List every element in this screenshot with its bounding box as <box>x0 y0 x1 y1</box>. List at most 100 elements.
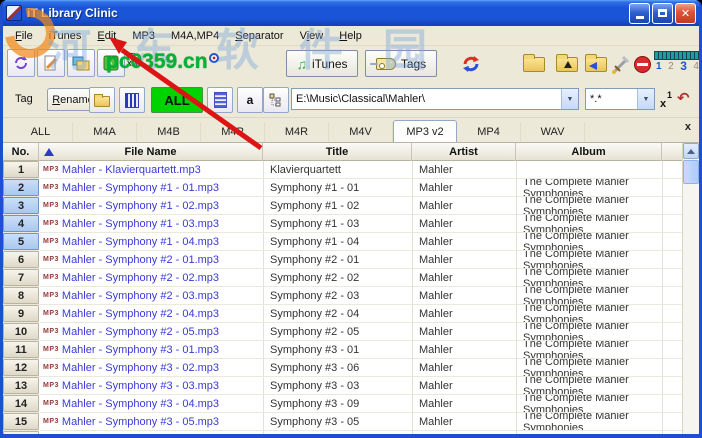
album-cell[interactable]: The Complete Mahler Symphonies <box>517 251 663 268</box>
column-header-title[interactable]: Title <box>263 143 412 161</box>
artist-cell[interactable]: Mahler <box>413 341 517 358</box>
all-filter-button[interactable]: ALL <box>151 87 203 113</box>
title-cell[interactable]: Symphony #2 - 04 <box>264 305 413 322</box>
file-name-cell[interactable]: MP3Mahler - Symphony #2 - 04.mp3 <box>40 305 264 322</box>
artist-cell[interactable]: Mahler <box>413 305 517 322</box>
artist-cell[interactable] <box>413 431 517 434</box>
format-tab-wav[interactable]: WAV <box>521 122 585 142</box>
lowercase-a-button[interactable]: a <box>237 87 263 113</box>
title-cell[interactable]: Symphony #3 - 01 <box>264 341 413 358</box>
menu-item-separator[interactable]: Separator <box>227 28 291 44</box>
row-number-cell[interactable]: 8 <box>3 287 39 304</box>
menu-item-mp3[interactable]: MP3 <box>124 28 163 44</box>
album-cell[interactable] <box>517 431 663 434</box>
file-name-cell[interactable]: MP3Mahler - Symphony #2 - 03.mp3 <box>40 287 264 304</box>
menu-item-file[interactable]: File <box>7 28 41 44</box>
list-view-button[interactable] <box>207 87 233 113</box>
page-number-3[interactable]: 3 <box>680 61 687 72</box>
row-number-cell[interactable]: 1 <box>3 161 39 178</box>
file-name-cell[interactable]: MP3Mahler - Symphony #2 - 02.mp3 <box>40 269 264 286</box>
filemask-combobox[interactable]: *.* ▼ <box>585 88 655 110</box>
itunes-button[interactable]: ♫ iTunes <box>286 50 358 77</box>
row-number-cell[interactable]: 13 <box>3 377 39 394</box>
sync-refresh-icon[interactable] <box>461 54 481 74</box>
row-number-cell[interactable]: 7 <box>3 269 39 286</box>
folder-back-icon[interactable] <box>585 57 607 72</box>
title-bar[interactable]: iT Library Clinic ✕ <box>0 0 702 26</box>
page-number-4[interactable]: 4 <box>693 61 699 72</box>
file-name-cell[interactable]: MP3Mahler - Klavierquartett.mp3 <box>40 161 264 178</box>
tabstrip-close-button[interactable]: x <box>685 121 691 133</box>
album-cell[interactable]: The Complete Mahler Symphonies <box>517 215 663 232</box>
column-header-no[interactable]: No. <box>3 143 39 161</box>
sword-tool-icon[interactable] <box>611 55 631 75</box>
tab-tag[interactable]: Tag <box>15 93 33 105</box>
format-tab-m4a[interactable]: M4A <box>73 122 137 142</box>
album-cell[interactable]: The Complete Mahler Symphonies <box>517 179 663 196</box>
artist-cell[interactable]: Mahler <box>413 395 517 412</box>
row-number-cell[interactable]: 6 <box>3 251 39 268</box>
barcode-view-button[interactable] <box>119 87 145 113</box>
title-cell[interactable]: Symphony #2 - 01 <box>264 251 413 268</box>
chevron-down-icon[interactable]: ▼ <box>637 89 654 109</box>
file-name-cell[interactable]: MP3Mahler - Symphony #3 - 02.mp3 <box>40 359 264 376</box>
row-number-cell[interactable]: 4 <box>3 215 39 232</box>
title-cell[interactable]: Symphony #2 - 05 <box>264 323 413 340</box>
table-row[interactable]: 15MP3Mahler - Symphony #3 - 05.mp3Sympho… <box>3 413 699 431</box>
close-button[interactable]: ✕ <box>675 3 696 24</box>
title-cell[interactable]: Symphony #2 - 03 <box>264 287 413 304</box>
format-tab-mp3-v2[interactable]: MP3 v2 <box>393 120 457 142</box>
format-tab-m4p[interactable]: M4P <box>201 122 265 142</box>
title-cell[interactable]: Symphony #1 - 01 <box>264 179 413 196</box>
file-name-cell[interactable]: MP3Mahler - Symphony #3 - 05.mp3 <box>40 413 264 430</box>
table-row[interactable]: 2MP3Mahler - Symphony #1 - 01.mp3Symphon… <box>3 179 699 197</box>
table-row[interactable] <box>3 431 699 434</box>
artist-cell[interactable]: Mahler <box>413 287 517 304</box>
file-name-cell[interactable]: MP3Mahler - Symphony #1 - 03.mp3 <box>40 215 264 232</box>
album-cell[interactable]: The Complete Mahler Symphonies <box>517 341 663 358</box>
title-cell[interactable]: Symphony #3 - 05 <box>264 413 413 430</box>
x1-button[interactable]: 1 x <box>659 87 674 113</box>
album-cell[interactable]: The Complete Mahler Symphonies <box>517 233 663 250</box>
album-cell[interactable]: The Complete Mahler Symphonies <box>517 305 663 322</box>
file-name-cell[interactable]: MP3Mahler - Symphony #3 - 04.mp3 <box>40 395 264 412</box>
refresh-library-button[interactable] <box>7 49 35 77</box>
format-tab-m4v[interactable]: M4V <box>329 122 393 142</box>
row-number-cell[interactable]: 9 <box>3 305 39 322</box>
row-number-cell[interactable]: 12 <box>3 359 39 376</box>
file-name-cell[interactable]: MP3Mahler - Symphony #3 - 01.mp3 <box>40 341 264 358</box>
row-number-cell[interactable]: 15 <box>3 413 39 430</box>
page-number-2[interactable]: 2 <box>668 61 674 72</box>
title-cell[interactable]: Symphony #1 - 03 <box>264 215 413 232</box>
album-cell[interactable] <box>517 161 663 178</box>
scroll-up-button[interactable] <box>683 143 699 159</box>
format-tab-all[interactable]: ALL <box>9 122 73 142</box>
table-row[interactable]: 9MP3Mahler - Symphony #2 - 04.mp3Symphon… <box>3 305 699 323</box>
album-cell[interactable]: The Complete Mahler Symphonies <box>517 413 663 430</box>
artist-cell[interactable]: Mahler <box>413 233 517 250</box>
table-row[interactable]: 11MP3Mahler - Symphony #3 - 01.mp3Sympho… <box>3 341 699 359</box>
file-name-cell[interactable]: MP3Mahler - Symphony #1 - 01.mp3 <box>40 179 264 196</box>
artist-cell[interactable]: Mahler <box>413 197 517 214</box>
minimize-button[interactable] <box>629 3 650 24</box>
file-name-cell[interactable]: MP3Mahler - Symphony #1 - 04.mp3 <box>40 233 264 250</box>
row-number-cell[interactable]: 2 <box>3 179 39 196</box>
menu-item-view[interactable]: View <box>292 28 332 44</box>
folder-icon[interactable] <box>523 57 545 72</box>
tree-view-button[interactable] <box>263 87 289 113</box>
table-row[interactable]: 8MP3Mahler - Symphony #2 - 03.mp3Symphon… <box>3 287 699 305</box>
path-combobox[interactable]: E:\Music\Classical\Mahler\ ▼ <box>291 88 579 110</box>
table-row[interactable]: 12MP3Mahler - Symphony #3 - 02.mp3Sympho… <box>3 359 699 377</box>
table-row[interactable]: 10MP3Mahler - Symphony #2 - 05.mp3Sympho… <box>3 323 699 341</box>
no-entry-icon[interactable] <box>634 56 651 73</box>
artist-cell[interactable]: Mahler <box>413 161 517 178</box>
folder-files-button[interactable] <box>67 49 95 77</box>
album-cell[interactable]: The Complete Mahler Symphonies <box>517 269 663 286</box>
menu-item-edit[interactable]: Edit <box>89 28 124 44</box>
maximize-button[interactable] <box>652 3 673 24</box>
row-number-cell[interactable] <box>3 431 39 434</box>
table-row[interactable]: 5MP3Mahler - Symphony #1 - 04.mp3Symphon… <box>3 233 699 251</box>
table-row[interactable]: 3MP3Mahler - Symphony #1 - 02.mp3Symphon… <box>3 197 699 215</box>
title-cell[interactable] <box>264 431 413 434</box>
title-cell[interactable]: Symphony #3 - 09 <box>264 395 413 412</box>
